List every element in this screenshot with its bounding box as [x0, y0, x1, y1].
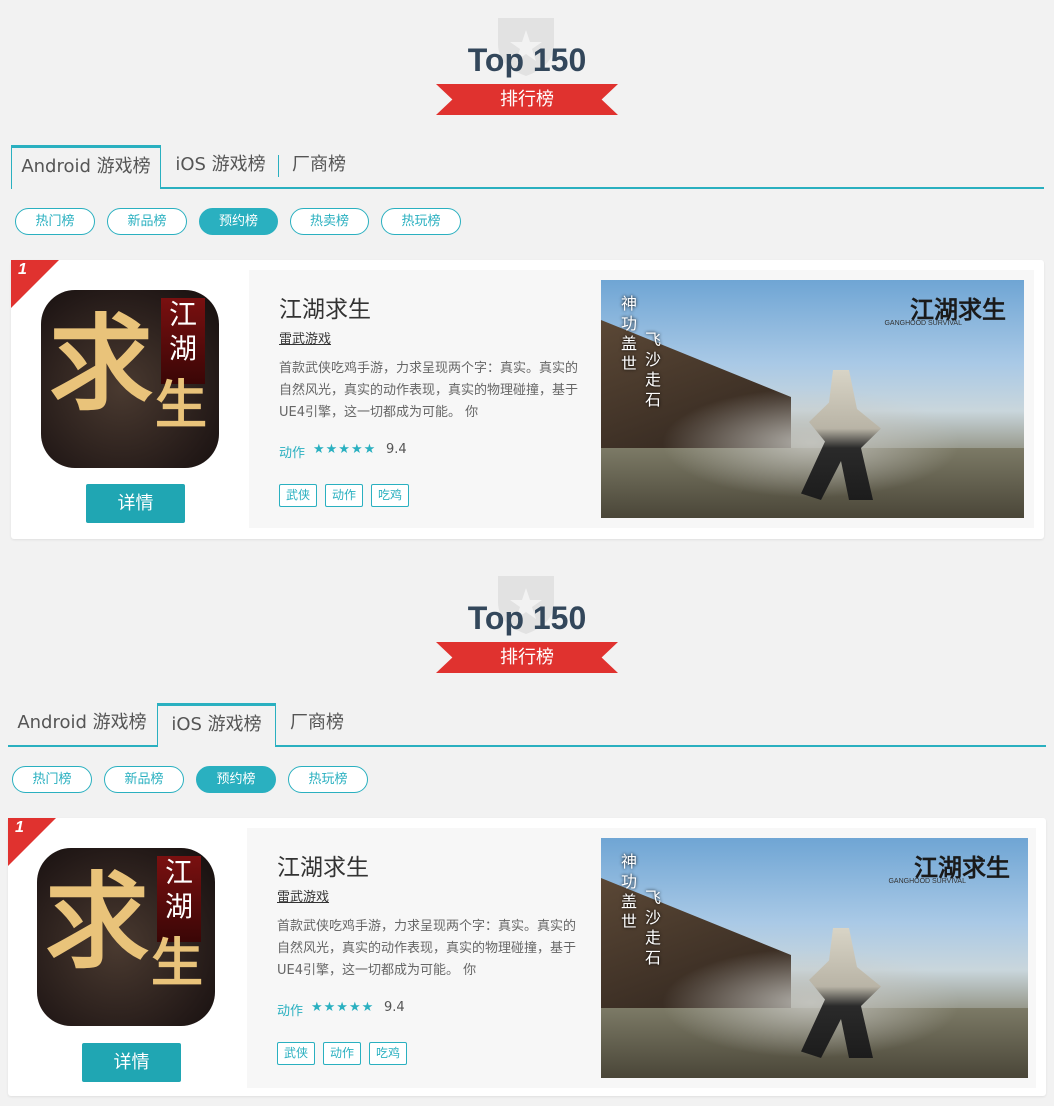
tag-action[interactable]: 动作	[323, 1042, 362, 1065]
tab-vendor[interactable]: 厂商榜	[276, 703, 358, 745]
developer-link[interactable]: 雷武游戏	[277, 886, 329, 905]
tab-android[interactable]: Android 游戏榜	[8, 703, 156, 745]
screenshot-logo-sub: GANGHOOD SURVIVAL	[888, 878, 966, 885]
icon-small-char: 生	[154, 375, 207, 436]
detail-button[interactable]: 详情	[86, 484, 185, 523]
filter-reserve[interactable]: 预约榜	[199, 208, 278, 235]
icon-small-char: 生	[150, 933, 203, 994]
icon-vertical-text: 江湖	[168, 298, 197, 365]
game-description: 首款武侠吃鸡手游，力求呈现两个字：真实。真实的自然风光，真实的动作表现，真实的物…	[279, 361, 579, 420]
rating-score: 9.4	[384, 1000, 405, 1015]
rank-number: 1	[18, 261, 27, 278]
ranking-ribbon: 排行榜	[436, 642, 618, 673]
tag-action[interactable]: 动作	[325, 484, 364, 507]
tag-wuxia[interactable]: 武侠	[279, 484, 318, 507]
star-rating: ★★★★★	[313, 442, 377, 457]
game-title[interactable]: 江湖求生	[277, 848, 369, 882]
screenshot-vtext-2: 飞沙走石	[645, 330, 662, 409]
tab-ios[interactable]: iOS 游戏榜	[157, 703, 276, 747]
detail-button[interactable]: 详情	[82, 1043, 181, 1082]
filter-play[interactable]: 热玩榜	[381, 208, 461, 235]
filter-hot[interactable]: 热门榜	[15, 208, 95, 235]
ranking-panel-android: Top 150 排行榜 Android 游戏榜 iOS 游戏榜 厂商榜 热门榜 …	[0, 0, 1054, 552]
filter-new[interactable]: 新品榜	[104, 766, 184, 793]
filter-hot[interactable]: 热门榜	[12, 766, 92, 793]
icon-vertical-text: 江湖	[164, 856, 193, 923]
ranking-ribbon: 排行榜	[436, 84, 618, 115]
ranking-panel-ios: Top 150 排行榜 Android 游戏榜 iOS 游戏榜 厂商榜 热门榜 …	[0, 558, 1054, 1106]
screenshot-vtext-2: 飞沙走石	[645, 888, 662, 967]
screenshot-vtext-1: 神功盖世	[621, 294, 638, 373]
filter-new[interactable]: 新品榜	[107, 208, 187, 235]
genre-label[interactable]: 动作	[279, 442, 305, 461]
screenshot-vtext-1: 神功盖世	[621, 852, 638, 931]
tab-vendor[interactable]: 厂商榜	[279, 145, 359, 187]
game-title[interactable]: 江湖求生	[279, 290, 371, 324]
tab-ios[interactable]: iOS 游戏榜	[163, 145, 278, 187]
tag-chicken[interactable]: 吃鸡	[371, 484, 410, 507]
game-description: 首款武侠吃鸡手游，力求呈现两个字：真实。真实的自然风光，真实的动作表现，真实的物…	[277, 919, 577, 978]
game-card: 1 江湖 求 生 详情 江湖求生 雷武游戏 首款武侠吃鸡手游，力求呈现两个字：真…	[8, 818, 1046, 1096]
star-rating: ★★★★★	[311, 1000, 375, 1015]
tab-bar: Android 游戏榜 iOS 游戏榜 厂商榜	[8, 703, 1046, 747]
filter-play[interactable]: 热玩榜	[288, 766, 368, 793]
tag-wuxia[interactable]: 武侠	[277, 1042, 316, 1065]
game-icon[interactable]: 江湖 求 生	[41, 290, 219, 468]
rating-score: 9.4	[386, 442, 407, 457]
developer-link[interactable]: 雷武游戏	[279, 328, 331, 347]
game-info: 江湖求生 雷武游戏 首款武侠吃鸡手游，力求呈现两个字：真实。真实的自然风光，真实…	[247, 828, 1036, 1088]
tab-android[interactable]: Android 游戏榜	[11, 145, 161, 189]
page-title: Top 150	[467, 42, 587, 78]
page-title: Top 150	[467, 600, 587, 636]
game-info: 江湖求生 雷武游戏 首款武侠吃鸡手游，力求呈现两个字：真实。真实的自然风光，真实…	[249, 270, 1034, 528]
filter-sale[interactable]: 热卖榜	[290, 208, 369, 235]
game-screenshot[interactable]: 神功盖世 飞沙走石 江湖求生 GANGHOOD SURVIVAL	[601, 280, 1024, 518]
genre-label[interactable]: 动作	[277, 1000, 303, 1019]
filter-reserve[interactable]: 预约榜	[196, 766, 276, 793]
icon-big-char: 求	[49, 302, 154, 425]
screenshot-logo-sub: GANGHOOD SURVIVAL	[884, 320, 962, 327]
rank-number: 1	[15, 819, 24, 836]
tag-chicken[interactable]: 吃鸡	[369, 1042, 408, 1065]
game-icon[interactable]: 江湖 求 生	[37, 848, 215, 1026]
tab-bar: Android 游戏榜 iOS 游戏榜 厂商榜	[11, 145, 1044, 189]
icon-big-char: 求	[45, 860, 150, 983]
game-card: 1 江湖 求 生 详情 江湖求生 雷武游戏 首款武侠吃鸡手游，力求呈现两个字：真…	[11, 260, 1044, 539]
game-screenshot[interactable]: 神功盖世 飞沙走石 江湖求生 GANGHOOD SURVIVAL	[601, 838, 1028, 1078]
